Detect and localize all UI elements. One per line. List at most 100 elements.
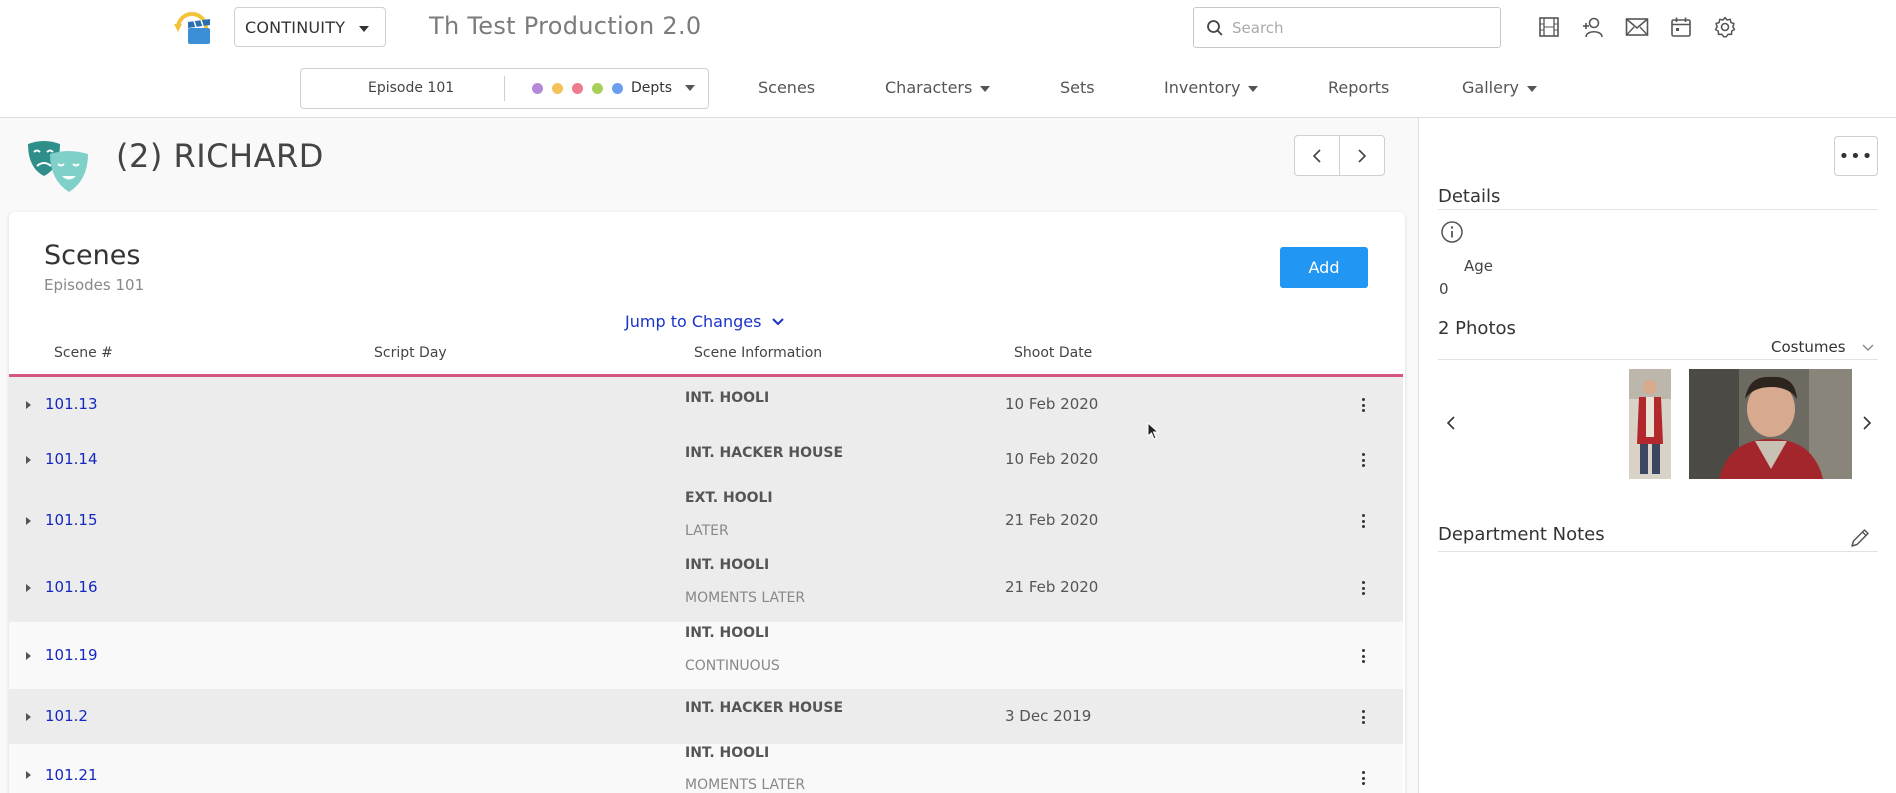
search-box[interactable]: [1193, 7, 1501, 48]
scene-number[interactable]: 101.19: [45, 646, 98, 664]
chevron-down-icon: [1862, 344, 1874, 351]
depts-label: Depts: [631, 80, 673, 96]
photos-filter-value: Costumes: [1771, 338, 1846, 356]
mode-select-value: CONTINUITY: [245, 17, 346, 37]
scene-number[interactable]: 101.14: [45, 450, 98, 468]
col-shoot-date[interactable]: Shoot Date: [1014, 345, 1092, 361]
scene-set: INT. HACKER HOUSE: [685, 700, 844, 716]
shoot-date: 3 Dec 2019: [1005, 707, 1092, 725]
calendar-icon[interactable]: [1667, 13, 1695, 41]
expand-icon[interactable]: [26, 652, 31, 660]
theater-masks-icon: [26, 136, 90, 196]
photos-title: 2 Photos: [1438, 318, 1516, 339]
jump-to-changes[interactable]: Jump to Changes: [625, 312, 785, 331]
table-row[interactable]: 101.2 INT. HACKER HOUSE 3 Dec 2019: [9, 689, 1403, 744]
scenes-subtitle: Episodes 101: [44, 276, 145, 294]
expand-icon[interactable]: [26, 713, 31, 721]
col-scene-info[interactable]: Scene Information: [694, 345, 822, 361]
nav-gallery[interactable]: Gallery: [1462, 78, 1537, 97]
chevron-left-icon: [1312, 148, 1321, 163]
costume-photo[interactable]: [1629, 369, 1671, 479]
divider: [1438, 359, 1878, 360]
col-script-day[interactable]: Script Day: [374, 345, 447, 361]
age-value: 0: [1439, 280, 1449, 298]
scene-set: INT. HOOLI: [685, 390, 770, 406]
episode-selector[interactable]: Episode 101: [368, 80, 454, 96]
character-photo[interactable]: [1689, 369, 1852, 479]
app-logo[interactable]: [170, 6, 214, 50]
nav-label: Scenes: [758, 78, 816, 97]
nav-sets[interactable]: Sets: [1060, 78, 1095, 97]
nav-inventory[interactable]: Inventory: [1164, 78, 1259, 97]
nav-reports[interactable]: Reports: [1328, 78, 1389, 97]
details-title: Details: [1438, 186, 1501, 207]
scene-number[interactable]: 101.2: [45, 707, 88, 725]
record-nav: [1294, 135, 1385, 176]
scenes-title: Scenes: [44, 240, 141, 271]
photos-next-button[interactable]: [1862, 415, 1872, 435]
nav-scenes[interactable]: Scenes: [758, 78, 815, 97]
chevron-right-icon: [1863, 416, 1872, 430]
chevron-down-icon: [684, 85, 695, 91]
table-row[interactable]: 101.16 INT. HOOLI MOMENTS LATER 21 Feb 2…: [9, 554, 1403, 622]
row-menu-icon[interactable]: [1362, 398, 1366, 415]
scene-number[interactable]: 101.13: [45, 395, 98, 413]
scene-number[interactable]: 101.21: [45, 766, 98, 784]
search-input[interactable]: [1232, 18, 1500, 37]
expand-icon[interactable]: [26, 584, 31, 592]
table-row[interactable]: 101.15 EXT. HOOLI LATER 21 Feb 2020: [9, 487, 1403, 554]
row-menu-icon[interactable]: [1362, 649, 1366, 666]
film-icon[interactable]: [1535, 13, 1563, 41]
row-menu-icon[interactable]: [1362, 771, 1366, 788]
expand-icon[interactable]: [26, 401, 31, 409]
expand-icon[interactable]: [26, 771, 31, 779]
table-row[interactable]: 101.19 INT. HOOLI CONTINUOUS: [9, 622, 1403, 689]
row-menu-icon[interactable]: [1362, 453, 1366, 470]
table-row[interactable]: 101.13 INT. HOOLI 10 Feb 2020: [9, 377, 1403, 432]
divider: [1438, 209, 1878, 210]
mode-select[interactable]: CONTINUITY: [234, 7, 386, 47]
gear-icon[interactable]: [1711, 13, 1739, 41]
age-label: Age: [1464, 257, 1494, 275]
next-button[interactable]: [1339, 136, 1384, 175]
nav-label: Characters: [885, 78, 973, 97]
expand-icon[interactable]: [26, 456, 31, 464]
info-icon[interactable]: [1440, 220, 1464, 248]
table-row[interactable]: 101.14 INT. HACKER HOUSE 10 Feb 2020: [9, 432, 1403, 487]
divider: [504, 76, 505, 101]
nav-characters[interactable]: Characters: [885, 78, 991, 97]
row-menu-icon[interactable]: [1362, 581, 1366, 598]
scene-number[interactable]: 101.15: [45, 511, 98, 529]
add-button[interactable]: Add: [1280, 247, 1368, 288]
chevron-down-icon: [359, 26, 369, 32]
chevron-right-icon: [1358, 148, 1367, 163]
scene-time: MOMENTS LATER: [685, 777, 806, 793]
row-menu-icon[interactable]: [1362, 710, 1366, 727]
row-menu-icon[interactable]: [1362, 514, 1366, 531]
depts-dropdown[interactable]: Depts: [631, 80, 695, 96]
prev-button[interactable]: [1295, 136, 1339, 175]
scene-set: INT. HOOLI: [685, 557, 770, 573]
scene-number[interactable]: 101.16: [45, 578, 98, 596]
scene-set: INT. HOOLI: [685, 625, 770, 641]
chevron-down-icon: [980, 85, 991, 92]
photos-prev-button[interactable]: [1446, 415, 1456, 435]
more-options-button[interactable]: •••: [1834, 136, 1878, 176]
chevron-down-icon: [772, 317, 785, 325]
nav-label: Reports: [1328, 78, 1390, 97]
mail-icon[interactable]: [1623, 13, 1651, 41]
table-row[interactable]: 101.21 INT. HOOLI MOMENTS LATER: [9, 744, 1403, 793]
mouse-cursor-icon: [1147, 421, 1160, 444]
chevron-left-icon: [1446, 416, 1455, 430]
shoot-date: 21 Feb 2020: [1005, 578, 1099, 596]
nav-label: Inventory: [1164, 78, 1241, 97]
expand-icon[interactable]: [26, 517, 31, 525]
add-user-icon[interactable]: [1579, 13, 1607, 41]
photos-filter-dropdown[interactable]: Costumes: [1771, 338, 1874, 356]
divider: [1438, 551, 1878, 552]
search-icon: [1206, 19, 1224, 41]
nav-label: Sets: [1060, 78, 1095, 97]
col-scene-number[interactable]: Scene #: [54, 345, 113, 361]
pencil-icon[interactable]: [1849, 527, 1871, 553]
dept-dot: [592, 83, 603, 94]
